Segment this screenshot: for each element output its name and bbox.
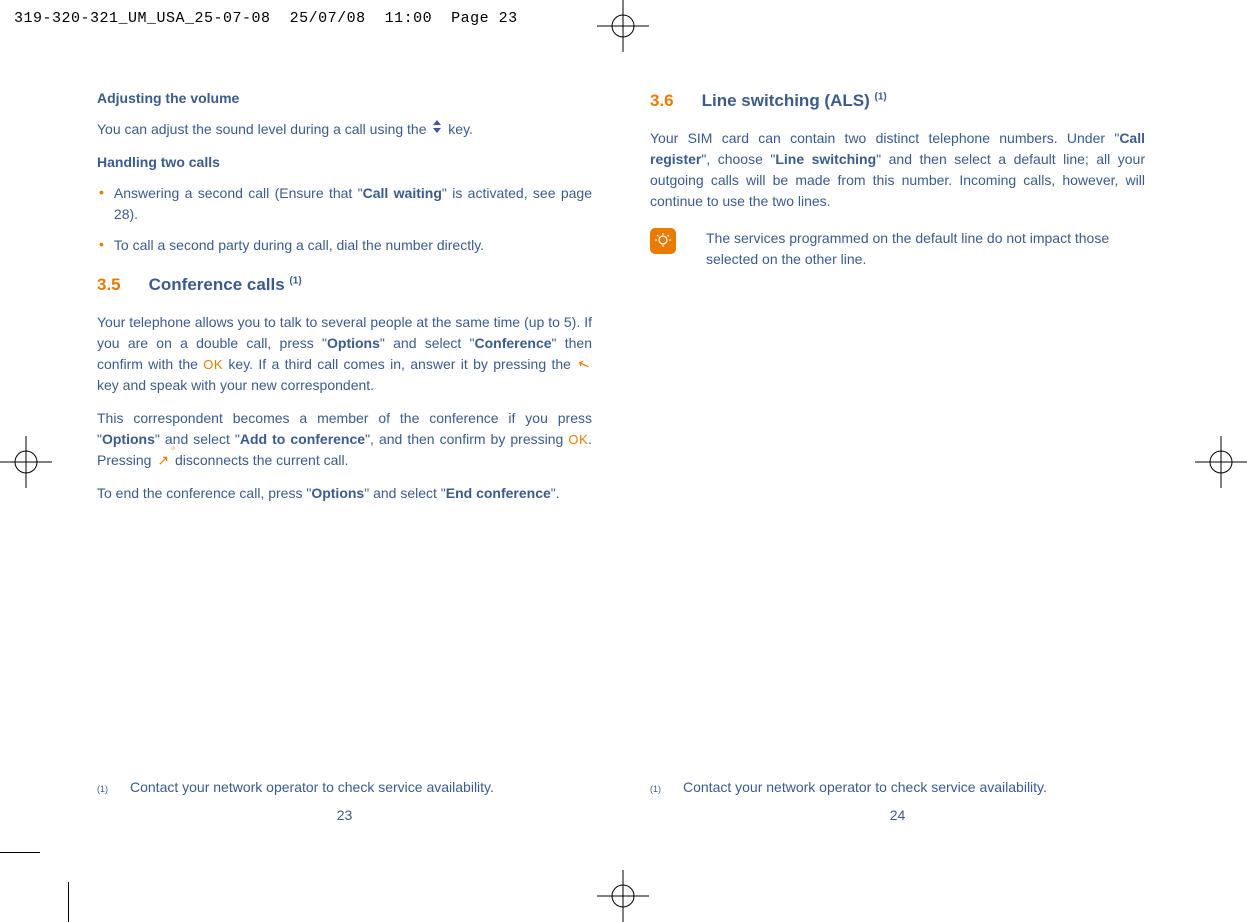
ok-key-icon: OK — [203, 357, 223, 372]
text: Line switching (ALS) — [702, 91, 875, 110]
text-bold: Options — [102, 431, 155, 447]
text-bold: Options — [311, 485, 364, 501]
text: ". — [551, 485, 560, 501]
bullet-text: Answering a second call (Ensure that "Ca… — [114, 183, 592, 225]
footnote-left: (1) Contact your network operator to che… — [97, 777, 592, 798]
bullet-icon: • — [99, 235, 104, 255]
crop-mark-v — [68, 882, 69, 922]
footnote-text: Contact your network operator to check s… — [683, 777, 1047, 798]
registration-mark-right — [1195, 436, 1247, 488]
text: key and speak with your new corresponden… — [97, 377, 374, 393]
header-date: 25/07/08 — [290, 10, 366, 27]
text: Answering a second call (Ensure that " — [114, 185, 363, 201]
footnote-marker: (1) — [97, 783, 108, 797]
superscript: (1) — [874, 91, 886, 102]
text-bold: Line switching — [775, 151, 876, 167]
lightbulb-icon — [650, 228, 676, 254]
section-title: Conference calls (1) — [149, 272, 302, 298]
text: " and select " — [380, 335, 475, 351]
section-heading-3-6: 3.6 Line switching (ALS) (1) — [650, 88, 1145, 114]
note-box: The services programmed on the default l… — [650, 228, 1145, 270]
text-bold: Call waiting — [363, 185, 442, 201]
footnote-text: Contact your network operator to check s… — [130, 777, 494, 798]
text: " and select " — [364, 485, 446, 501]
text: " and select " — [155, 431, 240, 447]
text: ", choose " — [701, 151, 775, 167]
registration-mark-bottom — [597, 870, 649, 922]
bullet-list: • Answering a second call (Ensure that "… — [97, 183, 592, 256]
paragraph-conference-3: To end the conference call, press "Optio… — [97, 483, 592, 504]
heading-two-calls: Handling two calls — [97, 152, 592, 173]
text-bold: End conference — [446, 485, 551, 501]
registration-mark-top — [597, 0, 649, 52]
text: Your SIM card can contain two distinct t… — [650, 130, 1119, 146]
text: You can adjust the sound level during a … — [97, 121, 430, 137]
bullet-text: To call a second party during a call, di… — [114, 235, 592, 256]
text-bold: Add to conference — [240, 431, 365, 447]
text: key. — [444, 121, 473, 137]
text: Conference calls — [149, 275, 290, 294]
page-number-left: 23 — [97, 805, 592, 826]
footnote-right: (1) Contact your network operator to che… — [650, 777, 1145, 798]
text-bold: Conference — [475, 335, 552, 351]
text: To end the conference call, press " — [97, 485, 311, 501]
bullet-icon: • — [99, 183, 104, 203]
list-item: • To call a second party during a call, … — [97, 235, 592, 256]
end-key-icon: ↗⊙ — [157, 450, 169, 471]
paragraph-als: Your SIM card can contain two distinct t… — [650, 128, 1145, 212]
ok-key-icon: OK — [568, 432, 588, 447]
header-page: Page 23 — [451, 10, 518, 27]
paragraph-conference-1: Your telephone allows you to talk to sev… — [97, 312, 592, 396]
text: To call a second party during a call, di… — [114, 237, 484, 253]
footnote-marker: (1) — [650, 783, 661, 797]
list-item: • Answering a second call (Ensure that "… — [97, 183, 592, 225]
header-filename: 319-320-321_UM_USA_25-07-08 — [14, 10, 271, 27]
text-bold: Options — [327, 335, 380, 351]
section-heading-3-5: 3.5 Conference calls (1) — [97, 272, 592, 298]
section-title: Line switching (ALS) (1) — [702, 88, 887, 114]
crop-mark-h — [0, 852, 40, 853]
header-time: 11:00 — [385, 10, 433, 27]
section-number: 3.6 — [650, 88, 674, 114]
heading-adjusting-volume: Adjusting the volume — [97, 88, 592, 109]
section-number: 3.5 — [97, 272, 121, 298]
paragraph-volume: You can adjust the sound level during a … — [97, 119, 592, 140]
registration-mark-left — [0, 436, 52, 488]
text: key. If a third call comes in, answer it… — [223, 356, 576, 372]
page-number-right: 24 — [650, 805, 1145, 826]
paragraph-conference-2: This correspondent becomes a member of t… — [97, 408, 592, 471]
page-right: 3.6 Line switching (ALS) (1) Your SIM ca… — [650, 80, 1145, 820]
text: ", and then confirm by pressing — [365, 431, 568, 447]
text: disconnects the current call. — [171, 452, 348, 468]
superscript: (1) — [289, 275, 301, 286]
page-left: Adjusting the volume You can adjust the … — [97, 80, 592, 820]
call-key-icon: ↖ — [575, 352, 593, 376]
note-text: The services programmed on the default l… — [706, 228, 1145, 270]
